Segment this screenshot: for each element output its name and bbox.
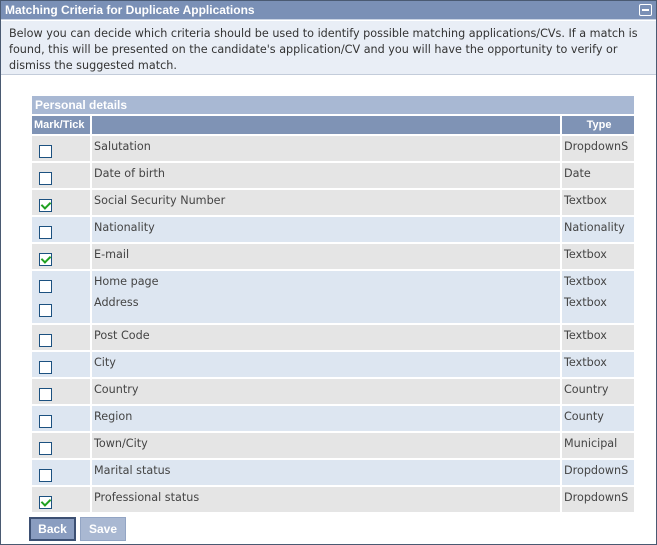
table-row: E-mail Textbox	[30, 242, 637, 271]
checkbox-home-page[interactable]	[39, 280, 52, 293]
checkbox-post-code[interactable]	[39, 334, 52, 347]
checkbox-salutation[interactable]	[39, 145, 52, 158]
collapse-minus-icon[interactable]	[639, 4, 652, 16]
checkbox-social-security-number[interactable]	[39, 199, 52, 212]
criterion-label: Marital status	[90, 458, 562, 487]
save-button[interactable]: Save	[80, 517, 126, 541]
criterion-label: E-mail	[90, 242, 562, 271]
table-row: Social Security Number Textbox	[30, 188, 637, 217]
criterion-type: Country	[559, 377, 637, 406]
checkbox-city[interactable]	[39, 361, 52, 374]
table-row: City Textbox	[30, 350, 637, 379]
criterion-label: Salutation	[90, 134, 562, 163]
criterion-type: Textbox	[564, 296, 607, 309]
criterion-type: DropdownS	[559, 134, 637, 163]
matching-criteria-panel: Matching Criteria for Duplicate Applicat…	[0, 0, 657, 545]
checkbox-date-of-birth[interactable]	[39, 172, 52, 185]
criterion-label: Professional status	[90, 485, 562, 514]
criteria-table: Personal details Mark/Tick Type Salutati…	[30, 94, 637, 514]
criterion-label: Nationality	[90, 215, 562, 244]
table-row: Country Country	[30, 377, 637, 406]
table-row: Marital status DropdownS	[30, 458, 637, 487]
column-header-label	[90, 114, 562, 136]
checkbox-professional-status[interactable]	[39, 496, 52, 509]
criterion-type: Textbox	[564, 275, 607, 288]
criterion-type: Date	[559, 161, 637, 190]
checkbox-town-city[interactable]	[39, 442, 52, 455]
table-row: Salutation DropdownS	[30, 134, 637, 163]
checkbox-address[interactable]	[39, 304, 52, 317]
criterion-label: Date of birth	[90, 161, 562, 190]
criterion-label: Region	[90, 404, 562, 433]
criterion-label: Post Code	[90, 323, 562, 352]
criterion-label: City	[90, 350, 562, 379]
criterion-label: Home page	[94, 275, 159, 288]
table-row: Nationality Nationality	[30, 215, 637, 244]
section-header: Personal details	[31, 95, 636, 115]
criterion-type: DropdownS	[559, 485, 637, 514]
criterion-type: Textbox	[559, 242, 637, 271]
criterion-type: Textbox	[559, 188, 637, 217]
checkbox-e-mail[interactable]	[39, 253, 52, 266]
criterion-type: Textbox	[559, 350, 637, 379]
panel-title: Matching Criteria for Duplicate Applicat…	[1, 1, 656, 20]
checkbox-country[interactable]	[39, 388, 52, 401]
criterion-label: Social Security Number	[90, 188, 562, 217]
criterion-type: Nationality	[559, 215, 637, 244]
table-row: Professional status DropdownS	[30, 485, 637, 514]
criterion-label: Country	[90, 377, 562, 406]
column-header-type: Type	[559, 114, 637, 136]
column-header-mark: Mark/Tick	[30, 114, 92, 136]
back-button[interactable]: Back	[29, 517, 76, 541]
table-row: Post Code Textbox	[30, 323, 637, 352]
criterion-label: Address	[94, 296, 139, 309]
checkbox-region[interactable]	[39, 415, 52, 428]
checkbox-marital-status[interactable]	[39, 469, 52, 482]
table-row: Home page Address Textbox Textbox	[30, 269, 637, 325]
checkbox-nationality[interactable]	[39, 226, 52, 239]
table-row: Town/City Municipal	[30, 431, 637, 460]
table-row: Date of birth Date	[30, 161, 637, 190]
criterion-label: Town/City	[90, 431, 562, 460]
criterion-type: Municipal	[559, 431, 637, 460]
table-row: Region County	[30, 404, 637, 433]
intro-text: Below you can decide which criteria shou…	[1, 21, 656, 75]
criterion-type: Textbox	[559, 323, 637, 352]
criterion-type: DropdownS	[559, 458, 637, 487]
criterion-type: County	[559, 404, 637, 433]
